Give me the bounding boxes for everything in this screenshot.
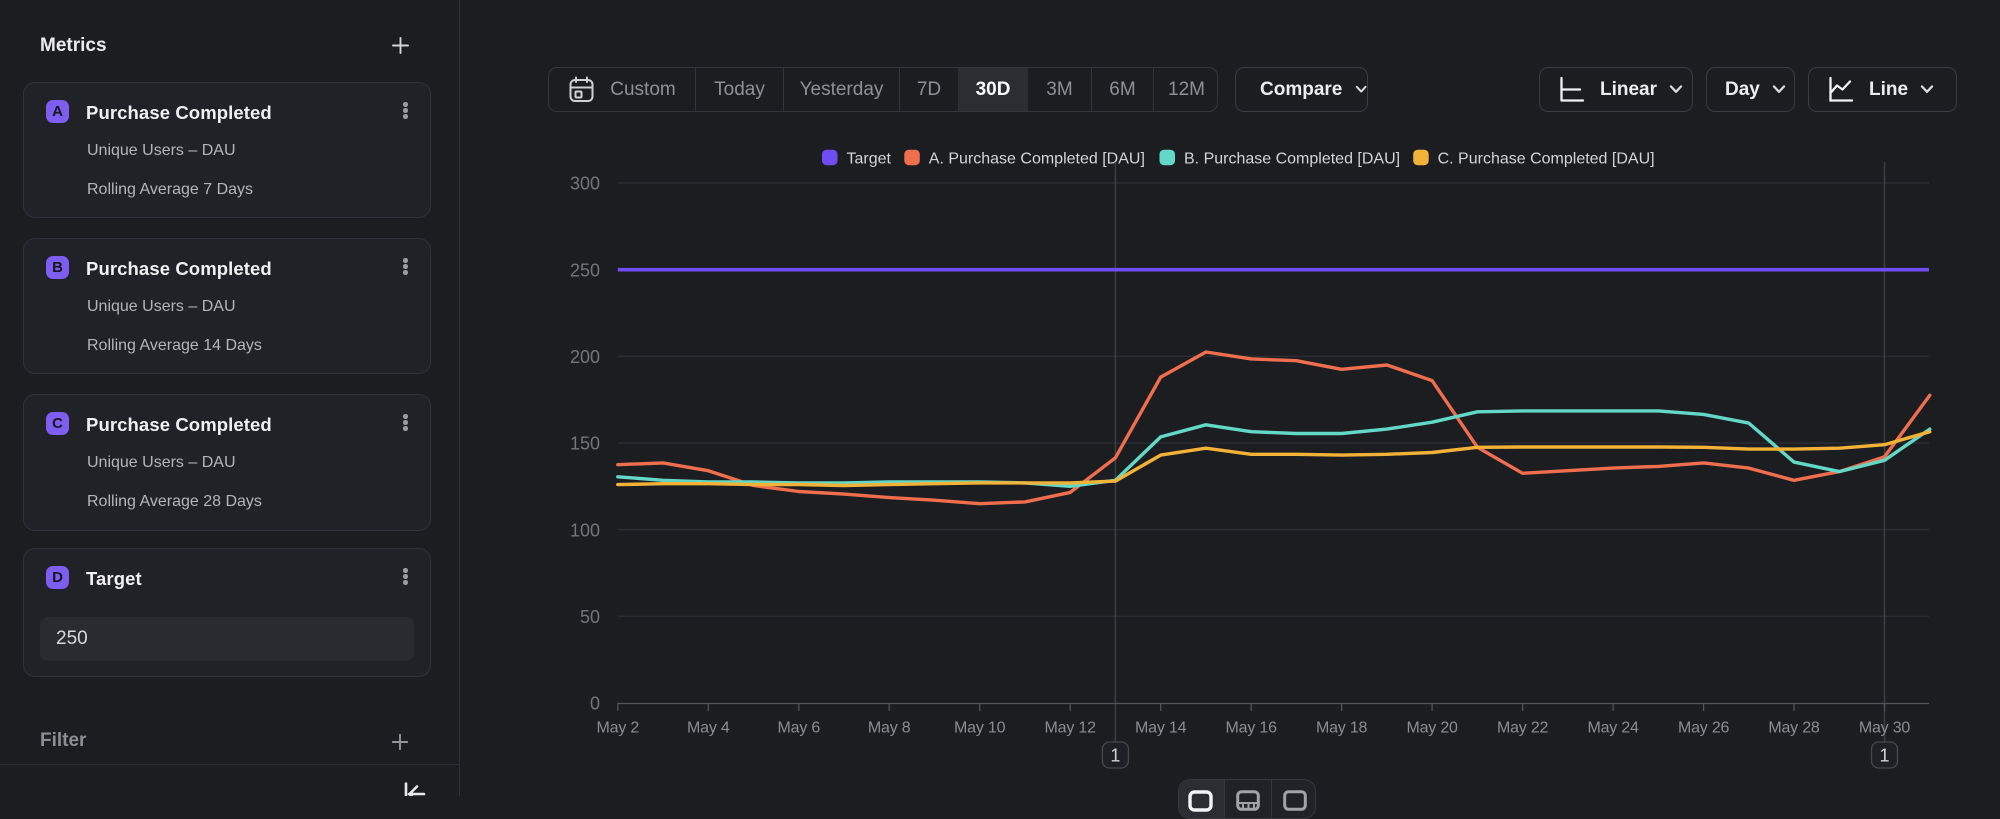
svg-text:150: 150 [570, 434, 600, 454]
svg-text:May 12: May 12 [1045, 720, 1097, 737]
svg-text:250: 250 [570, 260, 600, 280]
svg-text:Target: Target [847, 151, 892, 168]
svg-text:May 18: May 18 [1316, 720, 1368, 737]
svg-text:1: 1 [1879, 746, 1889, 766]
svg-text:May 14: May 14 [1135, 720, 1187, 737]
svg-text:B. Purchase Completed [DAU]: B. Purchase Completed [DAU] [1184, 151, 1400, 168]
svg-text:May 2: May 2 [597, 720, 640, 737]
svg-text:May 8: May 8 [868, 720, 911, 737]
svg-text:C. Purchase Completed [DAU]: C. Purchase Completed [DAU] [1438, 151, 1655, 168]
svg-text:May 4: May 4 [687, 720, 730, 737]
svg-text:May 24: May 24 [1587, 720, 1639, 737]
svg-text:200: 200 [570, 347, 600, 367]
svg-text:50: 50 [580, 607, 600, 627]
svg-text:100: 100 [570, 520, 600, 540]
svg-text:May 6: May 6 [778, 720, 821, 737]
svg-text:May 22: May 22 [1497, 720, 1549, 737]
svg-text:May 28: May 28 [1768, 720, 1820, 737]
svg-text:May 30: May 30 [1859, 720, 1911, 737]
svg-text:May 16: May 16 [1226, 720, 1278, 737]
svg-text:May 10: May 10 [954, 720, 1006, 737]
svg-text:May 26: May 26 [1678, 720, 1730, 737]
svg-text:1: 1 [1110, 746, 1120, 766]
svg-text:300: 300 [570, 174, 600, 194]
svg-text:A. Purchase Completed [DAU]: A. Purchase Completed [DAU] [929, 151, 1145, 168]
svg-text:0: 0 [590, 694, 600, 714]
svg-text:May 20: May 20 [1406, 720, 1458, 737]
